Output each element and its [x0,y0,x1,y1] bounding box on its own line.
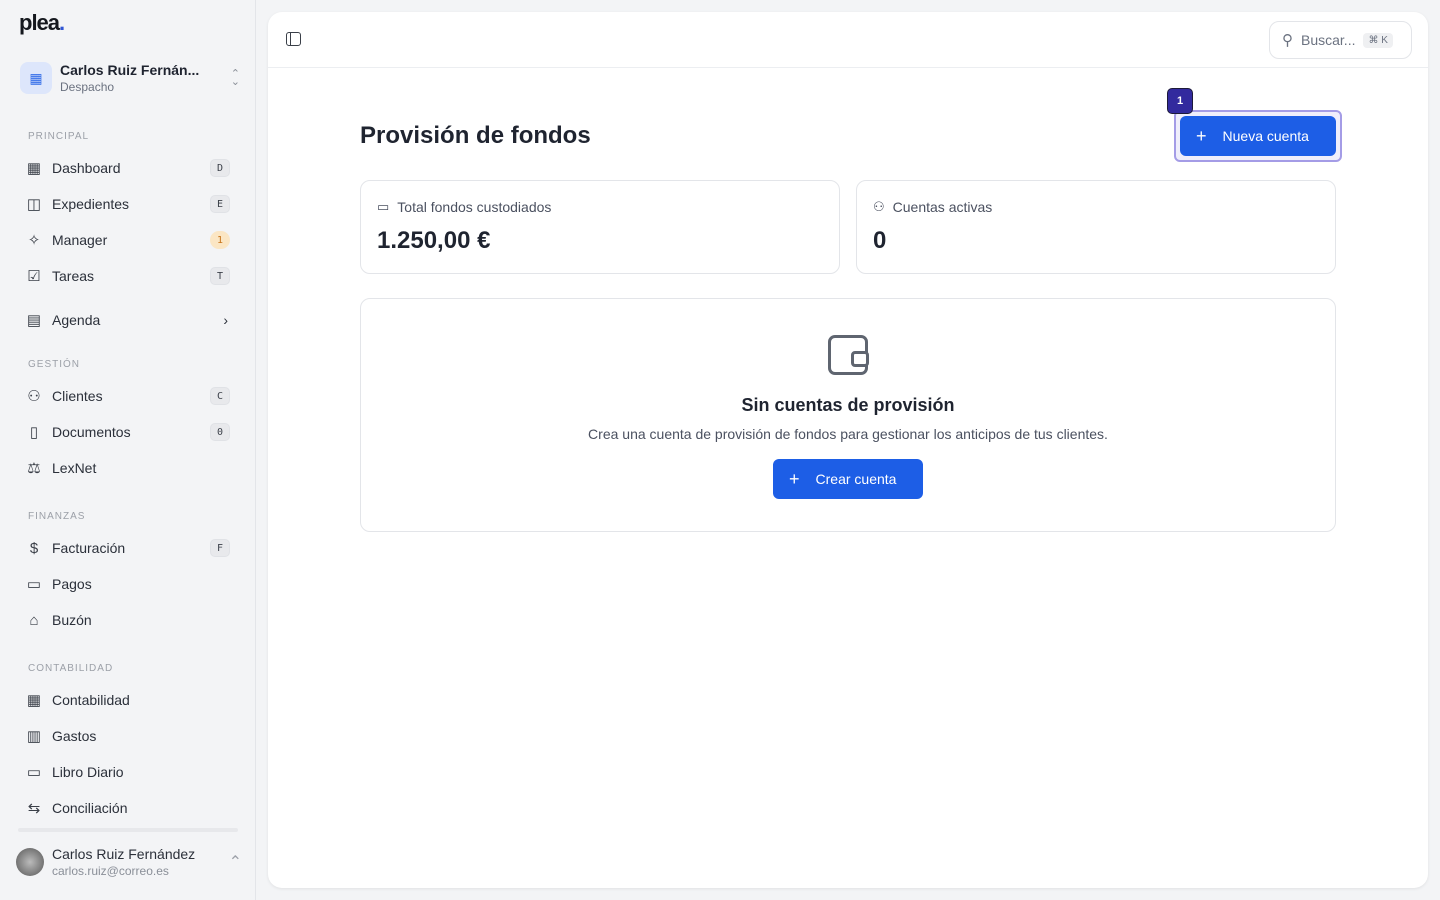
label: Contabilidad [52,692,130,708]
stat-card-total-funds: ▭ Total fondos custodiados 1.250,00 € [360,180,840,274]
logo[interactable]: plea. [19,10,65,36]
search-input[interactable]: ⚲ Buscar... ⌘ K [1269,21,1412,59]
button-label: Crear cuenta [815,471,897,487]
create-account-button[interactable]: + Crear cuenta [773,459,923,499]
org-switcher[interactable]: ▦ Carlos Ruiz Fernán... Despacho ⌃ ⌄ [20,60,240,96]
building-icon: ▦ [20,62,52,94]
label: Expedientes [52,196,130,212]
sidebar-item-dashboard[interactable]: ▦ Dashboard D [20,152,236,184]
label: Conciliación [52,800,128,816]
sidebar-item-tareas[interactable]: ☑ Tareas T [20,260,236,292]
sidebar-item-pagos[interactable]: ▭ Pagos [20,568,236,600]
briefcase-icon: ◫ [26,196,42,213]
user-name: Carlos Ruiz Fernández [52,846,196,862]
shortcut: F [210,539,230,557]
search-placeholder: Buscar... [1301,32,1356,48]
sidebar-item-agenda[interactable]: ▤ Agenda › [20,304,236,336]
topbar: ⚲ Buscar... ⌘ K [268,12,1428,68]
invoice-icon: $ [29,539,39,557]
label: Dashboard [52,160,121,176]
label: Documentos [52,424,131,440]
stat-value: 1.250,00 € [377,227,491,254]
count-badge: 1 [210,231,230,249]
avatar [16,848,44,876]
shortcut: E [210,195,230,213]
wallet-icon: ▭ [377,199,390,214]
book-open-icon: ▭ [26,764,42,781]
stat-label: Cuentas activas [892,199,993,215]
section-principal: PRINCIPAL [28,131,90,142]
button-label: Nueva cuenta [1222,128,1309,144]
shortcut: D [210,159,230,177]
label: Agenda [52,312,101,328]
sidebar-item-manager[interactable]: ✧ Manager 1 [20,224,236,256]
org-type: Despacho [60,80,115,94]
stat-label: Total fondos custodiados [397,199,552,215]
sparkles-icon: ✧ [27,232,41,249]
arrows-left-right-icon: ⇆ [27,800,41,817]
label: Manager [52,232,108,248]
label: LexNet [52,460,97,476]
chevron-right-icon: › [223,312,228,328]
logo-text: plea [19,10,60,35]
users-icon: ⚇ [873,199,885,214]
calendar-icon: ▤ [26,312,42,329]
shortcut: T [210,267,230,285]
file-icon: ▯ [29,424,39,441]
sidebar-item-libro-diario[interactable]: ▭ Libro Diario [20,756,236,788]
wallet-icon [828,335,869,375]
label: Gastos [52,728,97,744]
empty-state: Sin cuentas de provisión Crea una cuenta… [360,298,1336,532]
search-shortcut: ⌘ K [1363,32,1393,48]
calculator-icon: ▦ [26,692,42,709]
users-icon: ⚇ [27,388,41,405]
dashboard-icon: ▦ [26,160,42,177]
chevrons-up-down-icon: ⌃ ⌄ [230,68,240,88]
chevron-up-icon: ⌃ [228,854,242,871]
logo-dot: . [59,10,65,35]
label: Clientes [52,388,103,404]
annotation-badge: 1 [1167,88,1193,114]
sidebar-item-buzon[interactable]: ⌂ Buzón [20,604,236,636]
main-panel: ⚲ Buscar... ⌘ K Provisión de fondos + Nueva… [268,12,1428,888]
sidebar: plea. ▦ Carlos Ruiz Fernán... Despacho ⌃ ⌄… [0,0,256,900]
check-square-icon: ☑ [27,268,41,285]
plus-icon: + [1196,125,1207,146]
inbox-icon: ⌂ [29,611,39,629]
label: Buzón [52,612,92,628]
page-title: Provisión de fondos [360,122,591,149]
sidebar-item-documentos[interactable]: ▯ Documentos 0 [20,416,236,448]
sidebar-item-lexnet[interactable]: ⚖ LexNet [20,452,236,484]
section-contabilidad: CONTABILIDAD [28,663,114,674]
sidebar-item-facturacion[interactable]: $ Facturación F [20,532,236,564]
label: Tareas [52,268,95,284]
plus-icon: + [789,468,800,489]
scale-icon: ⚖ [27,460,41,477]
credit-card-icon: ▭ [26,576,42,593]
receipt-icon: ▥ [26,728,42,745]
section-gestion: GESTIÓN [28,359,81,370]
new-account-button[interactable]: + Nueva cuenta [1180,116,1336,156]
user-email: carlos.ruiz@correo.es [52,864,169,878]
label: Facturación [52,540,126,556]
sidebar-item-contabilidad[interactable]: ▦ Contabilidad [20,684,236,716]
shortcut: C [210,387,230,405]
sidebar-toggle-icon[interactable] [286,32,301,46]
section-finanzas: FINANZAS [28,511,86,522]
sidebar-item-expedientes[interactable]: ◫ Expedientes E [20,188,236,220]
shortcut: 0 [210,423,230,441]
sidebar-item-clientes[interactable]: ⚇ Clientes C [20,380,236,412]
scrollbar[interactable] [18,828,238,832]
search-icon: ⚲ [1282,32,1293,49]
label: Libro Diario [52,764,124,780]
org-name: Carlos Ruiz Fernán... [60,62,200,78]
user-menu[interactable]: Carlos Ruiz Fernández carlos.ruiz@correo.… [16,846,242,878]
stat-card-active-accounts: ⚇ Cuentas activas 0 [856,180,1336,274]
empty-description: Crea una cuenta de provisión de fondos p… [588,426,1108,442]
empty-title: Sin cuentas de provisión [741,395,955,415]
stat-value: 0 [873,227,887,254]
label: Pagos [52,576,92,592]
sidebar-item-conciliacion[interactable]: ⇆ Conciliación [20,792,236,824]
sidebar-item-gastos[interactable]: ▥ Gastos [20,720,236,752]
